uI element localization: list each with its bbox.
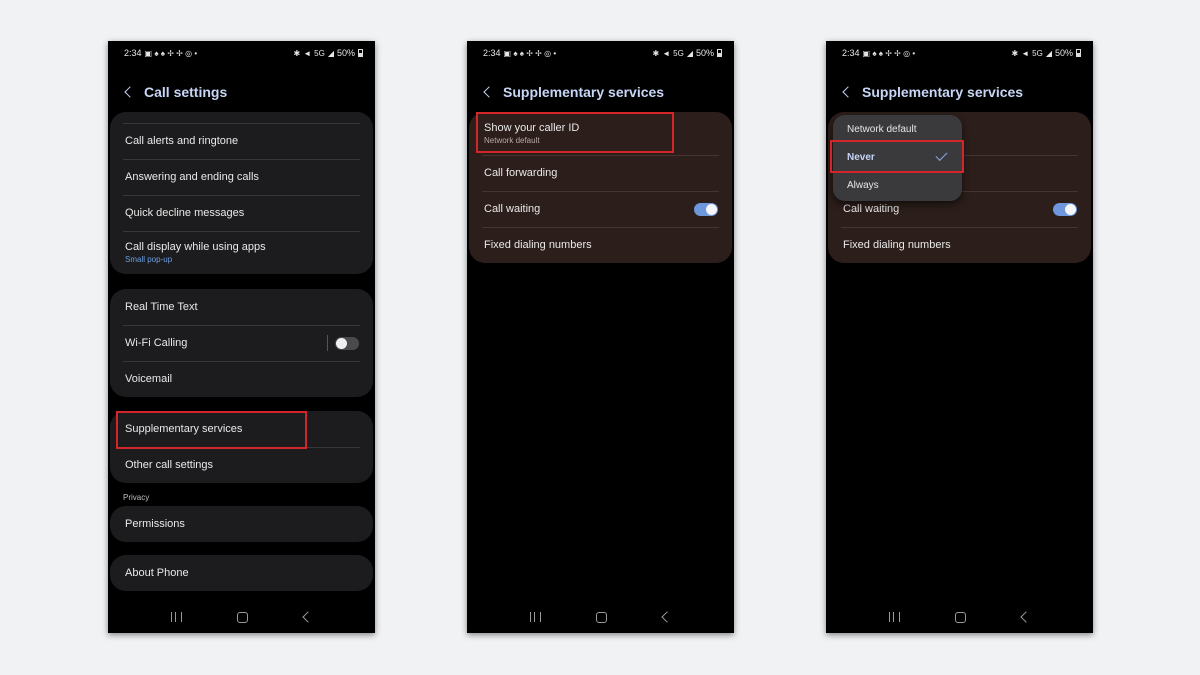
mute-icon: ◄: [1021, 48, 1030, 58]
battery-icon: [358, 49, 363, 57]
divider: [327, 335, 328, 351]
back-icon[interactable]: [1020, 611, 1032, 623]
network-type: 5G: [673, 48, 684, 58]
signal-icon: ◢: [327, 48, 334, 58]
recent-apps-icon[interactable]: [888, 612, 900, 622]
list-item-quick-decline[interactable]: Quick decline messages: [110, 195, 373, 231]
navigation-bar: [108, 609, 375, 625]
list-item-wifi-calling[interactable]: Wi-Fi Calling: [110, 325, 373, 361]
back-icon[interactable]: [302, 611, 314, 623]
list-item-label: Call waiting: [484, 203, 541, 215]
list-item-fixed-dialing[interactable]: Fixed dialing numbers: [828, 227, 1091, 263]
option-network-default[interactable]: Network default: [833, 115, 962, 143]
clock: 2:34: [842, 48, 860, 58]
bluetooth-icon: ✱: [1011, 48, 1019, 58]
status-bar: 2:34 ▣ ♠ ♠ ✢ ✢ ◎ • ✱ ◄ 5G ◢ 50%: [124, 46, 363, 60]
list-item-label: Answering and ending calls: [125, 171, 259, 183]
highlight-box: [476, 112, 674, 153]
page-title: Call settings: [144, 84, 228, 100]
mute-icon: ◄: [303, 48, 312, 58]
settings-group-calls: Call alerts and ringtone Answering and e…: [110, 112, 373, 274]
notification-icons: ▣ ♠ ♠ ✢ ✢ ◎ •: [503, 48, 557, 58]
notification-icons: ▣ ♠ ♠ ✢ ✢ ◎ •: [862, 48, 916, 58]
battery-percent: 50%: [695, 48, 714, 58]
list-item-label: Real Time Text: [125, 301, 198, 313]
settings-group-privacy: Permissions: [110, 506, 373, 542]
highlight-box: [116, 411, 307, 449]
navigation-bar: [826, 609, 1093, 625]
home-icon[interactable]: [237, 611, 249, 623]
section-header-privacy: Privacy: [123, 493, 150, 502]
page-title: Supplementary services: [862, 84, 1024, 100]
list-item-label: Permissions: [125, 518, 185, 530]
list-item-call-display[interactable]: Call display while using apps Small pop-…: [110, 231, 373, 274]
list-item-label: Fixed dialing numbers: [484, 239, 592, 251]
list-item-label: Other call settings: [125, 459, 214, 471]
mute-icon: ◄: [662, 48, 671, 58]
list-item-voicemail[interactable]: Voicemail: [110, 361, 373, 397]
status-bar: 2:34 ▣ ♠ ♠ ✢ ✢ ◎ • ✱ ◄ 5G ◢ 50%: [842, 46, 1081, 60]
list-item-sublabel: Small pop-up: [125, 255, 173, 264]
list-item-answering-ending[interactable]: Answering and ending calls: [110, 159, 373, 195]
signal-icon: ◢: [1045, 48, 1052, 58]
app-header: Call settings: [122, 81, 365, 103]
list-item-label: About Phone: [125, 567, 189, 579]
option-always[interactable]: Always: [833, 171, 962, 199]
app-header: Supplementary services: [840, 81, 1083, 103]
list-item-call-forwarding[interactable]: Call forwarding: [469, 155, 732, 191]
list-item-real-time-text[interactable]: Real Time Text: [110, 289, 373, 325]
home-icon[interactable]: [596, 611, 608, 623]
recent-apps-icon[interactable]: [529, 612, 541, 622]
list-item-label: Voicemail: [125, 373, 173, 385]
list-item-call-alerts[interactable]: Call alerts and ringtone: [110, 123, 373, 159]
list-item-label: Call alerts and ringtone: [125, 135, 239, 147]
network-type: 5G: [314, 48, 325, 58]
back-arrow-icon[interactable]: [481, 82, 495, 102]
bluetooth-icon: ✱: [293, 48, 301, 58]
back-arrow-icon[interactable]: [840, 82, 854, 102]
battery-percent: 50%: [336, 48, 355, 58]
clock: 2:34: [124, 48, 142, 58]
bluetooth-icon: ✱: [652, 48, 660, 58]
list-item-partial: [110, 112, 373, 123]
list-item-label: Fixed dialing numbers: [843, 239, 951, 251]
highlight-box: [830, 140, 964, 173]
battery-icon: [1076, 49, 1081, 57]
navigation-bar: [467, 609, 734, 625]
list-item-permissions[interactable]: Permissions: [110, 506, 373, 542]
option-label: Always: [847, 179, 879, 191]
list-item-about-phone[interactable]: About Phone: [110, 555, 373, 591]
back-icon[interactable]: [661, 611, 673, 623]
call-waiting-toggle[interactable]: [694, 203, 718, 216]
list-item-fixed-dialing[interactable]: Fixed dialing numbers: [469, 227, 732, 263]
call-waiting-toggle[interactable]: [1053, 203, 1077, 216]
recent-apps-icon[interactable]: [170, 612, 182, 622]
list-item-label: Quick decline messages: [125, 207, 245, 219]
settings-group-about: About Phone: [110, 555, 373, 591]
phone-screen-supplementary-services: 2:34 ▣ ♠ ♠ ✢ ✢ ◎ • ✱ ◄ 5G ◢ 50% Suppleme…: [467, 41, 734, 633]
list-item-label: Call forwarding: [484, 167, 558, 179]
list-item-label: Call display while using apps: [125, 241, 266, 253]
phone-screen-caller-id-options: 2:34 ▣ ♠ ♠ ✢ ✢ ◎ • ✱ ◄ 5G ◢ 50% Suppleme…: [826, 41, 1093, 633]
settings-group-services: Real Time Text Wi-Fi Calling Voicemail: [110, 289, 373, 397]
clock: 2:34: [483, 48, 501, 58]
status-bar: 2:34 ▣ ♠ ♠ ✢ ✢ ◎ • ✱ ◄ 5G ◢ 50%: [483, 46, 722, 60]
page-title: Supplementary services: [503, 84, 665, 100]
home-icon[interactable]: [955, 611, 967, 623]
list-item-call-waiting[interactable]: Call waiting: [469, 191, 732, 227]
network-type: 5G: [1032, 48, 1043, 58]
list-item-other-call-settings[interactable]: Other call settings: [110, 447, 373, 483]
option-label: Network default: [847, 123, 917, 135]
app-header: Supplementary services: [481, 81, 724, 103]
list-item-label: Wi-Fi Calling: [125, 337, 188, 349]
wifi-calling-toggle[interactable]: [335, 337, 359, 350]
phone-screen-call-settings: 2:34 ▣ ♠ ♠ ✢ ✢ ◎ • ✱ ◄ 5G ◢ 50% Call set…: [108, 41, 375, 633]
battery-percent: 50%: [1054, 48, 1073, 58]
notification-icons: ▣ ♠ ♠ ✢ ✢ ◎ •: [144, 48, 198, 58]
list-item-label: Call waiting: [843, 203, 900, 215]
battery-icon: [717, 49, 722, 57]
back-arrow-icon[interactable]: [122, 82, 136, 102]
signal-icon: ◢: [686, 48, 693, 58]
